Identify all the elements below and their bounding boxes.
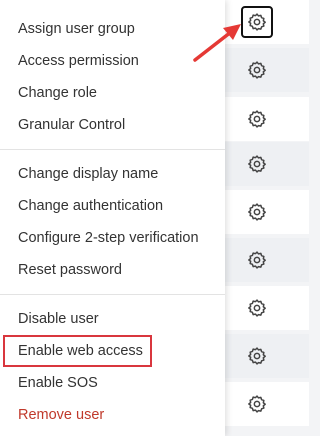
gear-icon (248, 13, 266, 31)
row-settings-button[interactable] (241, 148, 273, 180)
table-row (225, 238, 309, 282)
row-settings-button[interactable] (241, 244, 273, 276)
table-row (225, 382, 309, 426)
row-settings-button[interactable] (241, 292, 273, 324)
row-settings-button[interactable] (241, 6, 273, 38)
table-row (225, 190, 309, 234)
row-settings-button[interactable] (241, 54, 273, 86)
menu-item-change-role[interactable]: Change role (18, 81, 97, 105)
gear-icon (248, 251, 266, 269)
table-row (225, 142, 309, 186)
menu-item-change-authentication[interactable]: Change authentication (18, 194, 163, 218)
gear-icon (248, 203, 266, 221)
menu-item-change-display-name[interactable]: Change display name (18, 162, 158, 186)
row-settings-button[interactable] (241, 340, 273, 372)
row-settings-button[interactable] (241, 196, 273, 228)
menu-item-reset-password[interactable]: Reset password (18, 258, 122, 282)
gear-icon (248, 299, 266, 317)
gear-icon (248, 110, 266, 128)
table-row (225, 97, 309, 141)
table-row (225, 334, 309, 378)
menu-item-granular-control[interactable]: Granular Control (18, 113, 125, 137)
annotation-highlight-box (3, 335, 152, 367)
table-row (225, 286, 309, 330)
menu-item-enable-sos[interactable]: Enable SOS (18, 371, 98, 395)
gear-icon (248, 61, 266, 79)
gear-icon (248, 155, 266, 173)
gear-icon (248, 347, 266, 365)
menu-item-disable-user[interactable]: Disable user (18, 307, 99, 331)
annotation-arrow (193, 24, 241, 62)
row-settings-button[interactable] (241, 388, 273, 420)
row-settings-button[interactable] (241, 103, 273, 135)
menu-item-access-permission[interactable]: Access permission (18, 49, 139, 73)
menu-divider (0, 294, 225, 295)
gear-icon (248, 395, 266, 413)
menu-item-configure-2-step-verification[interactable]: Configure 2-step verification (18, 226, 199, 250)
menu-item-assign-user-group[interactable]: Assign user group (18, 17, 135, 41)
menu-divider (0, 149, 225, 150)
menu-item-remove-user[interactable]: Remove user (18, 403, 104, 427)
